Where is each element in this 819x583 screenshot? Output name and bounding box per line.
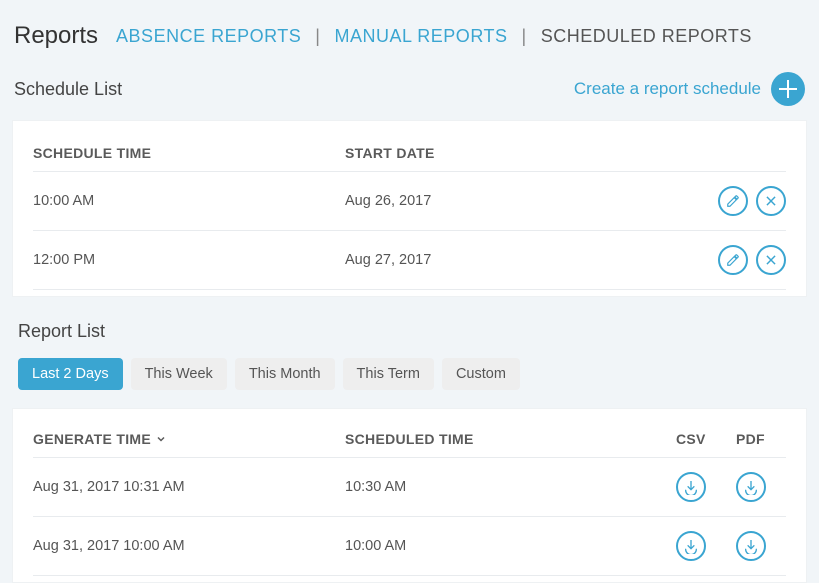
report-row: Aug 31, 2017 10:00 AM 10:00 AM xyxy=(33,517,786,576)
col-scheduled-time: SCHEDULED TIME xyxy=(345,431,676,447)
tab-scheduled-reports[interactable]: SCHEDULED REPORTS xyxy=(541,26,752,47)
generate-time-cell: Aug 31, 2017 10:31 AM xyxy=(33,479,345,495)
scheduled-time-cell: 10:30 AM xyxy=(345,479,676,495)
edit-button[interactable] xyxy=(718,245,748,275)
filter-this-week[interactable]: This Week xyxy=(131,358,227,390)
tab-absence-reports[interactable]: ABSENCE REPORTS xyxy=(116,26,301,47)
pencil-icon xyxy=(726,194,740,208)
download-pdf-button[interactable] xyxy=(736,531,766,561)
tab-manual-reports[interactable]: MANUAL REPORTS xyxy=(334,26,507,47)
tab-separator: | xyxy=(315,26,320,47)
col-schedule-time: SCHEDULE TIME xyxy=(33,145,345,161)
download-icon xyxy=(683,479,699,495)
schedule-row: 12:00 PM Aug 27, 2017 xyxy=(33,231,786,290)
col-generate-time-label: GENERATE TIME xyxy=(33,431,151,447)
delete-button[interactable] xyxy=(756,245,786,275)
scheduled-time-cell: 10:00 AM xyxy=(345,538,676,554)
report-list-title: Report List xyxy=(0,297,819,352)
download-pdf-button[interactable] xyxy=(736,472,766,502)
start-date-cell: Aug 26, 2017 xyxy=(345,193,646,209)
start-date-cell: Aug 27, 2017 xyxy=(345,252,646,268)
pencil-icon xyxy=(726,253,740,267)
chevron-down-icon xyxy=(155,433,167,445)
report-row: Aug 31, 2017 10:31 AM 10:30 AM xyxy=(33,458,786,517)
download-csv-button[interactable] xyxy=(676,472,706,502)
generate-time-cell: Aug 31, 2017 10:00 AM xyxy=(33,538,345,554)
delete-button[interactable] xyxy=(756,186,786,216)
col-csv: CSV xyxy=(676,431,736,447)
close-icon xyxy=(764,253,778,267)
page-title: Reports xyxy=(14,22,98,50)
col-generate-time[interactable]: GENERATE TIME xyxy=(33,431,345,447)
filter-this-term[interactable]: This Term xyxy=(343,358,434,390)
schedule-table: SCHEDULE TIME START DATE 10:00 AM Aug 26… xyxy=(12,120,807,297)
download-icon xyxy=(683,538,699,554)
filter-last-2-days[interactable]: Last 2 Days xyxy=(18,358,123,390)
col-pdf: PDF xyxy=(736,431,786,447)
tabs: ABSENCE REPORTS | MANUAL REPORTS | SCHED… xyxy=(116,26,752,47)
report-table: GENERATE TIME SCHEDULED TIME CSV PDF Aug… xyxy=(12,408,807,583)
filter-this-month[interactable]: This Month xyxy=(235,358,335,390)
schedule-time-cell: 10:00 AM xyxy=(33,193,345,209)
close-icon xyxy=(764,194,778,208)
create-report-schedule-label: Create a report schedule xyxy=(574,79,761,99)
download-icon xyxy=(743,479,759,495)
schedule-row: 10:00 AM Aug 26, 2017 xyxy=(33,172,786,231)
filter-custom[interactable]: Custom xyxy=(442,358,520,390)
schedule-list-title: Schedule List xyxy=(14,79,122,100)
create-report-schedule-button[interactable]: Create a report schedule xyxy=(574,72,805,106)
tab-separator: | xyxy=(522,26,527,47)
edit-button[interactable] xyxy=(718,186,748,216)
col-start-date: START DATE xyxy=(345,145,646,161)
download-csv-button[interactable] xyxy=(676,531,706,561)
filter-pills: Last 2 Days This Week This Month This Te… xyxy=(0,352,819,402)
download-icon xyxy=(743,538,759,554)
plus-icon xyxy=(771,72,805,106)
schedule-time-cell: 12:00 PM xyxy=(33,252,345,268)
